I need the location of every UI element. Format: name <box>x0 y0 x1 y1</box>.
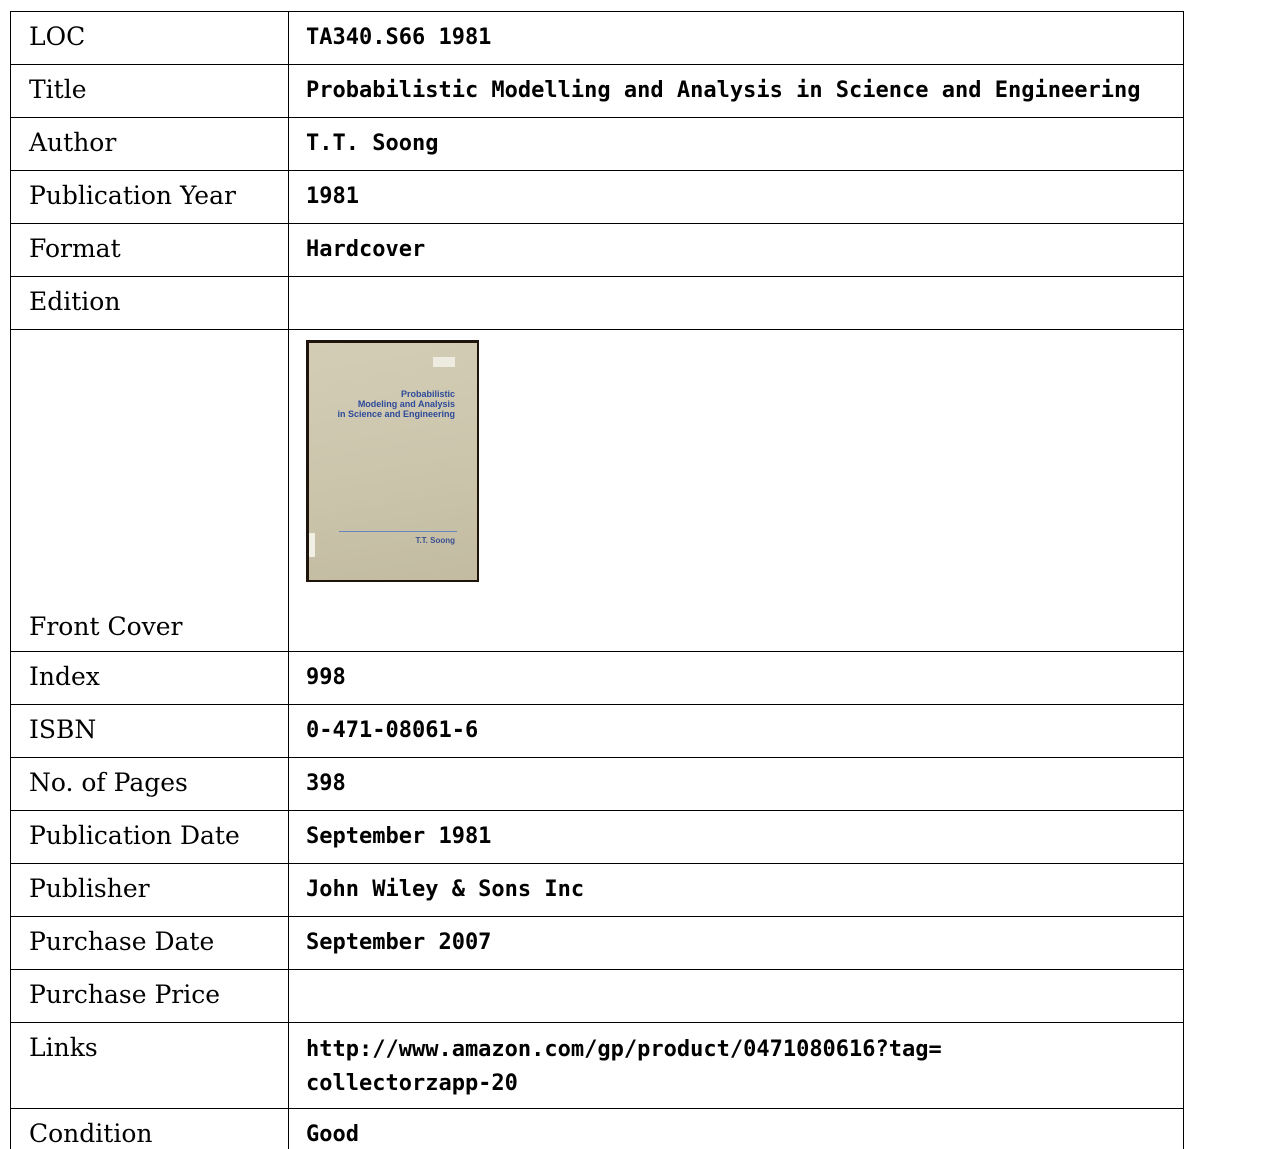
row-condition: Condition Good <box>10 1108 1184 1149</box>
pages-value: 398 <box>288 757 1184 811</box>
condition-value: Good <box>288 1108 1184 1149</box>
index-value: 998 <box>288 651 1184 705</box>
publisher-value: John Wiley & Sons Inc <box>288 863 1184 917</box>
row-format: Format Hardcover <box>10 223 1184 277</box>
link-line-1[interactable]: http://www.amazon.com/gp/product/0471080… <box>306 1033 1183 1067</box>
purchase-price-label: Purchase Price <box>10 969 289 1023</box>
row-purchase-date: Purchase Date September 2007 <box>10 916 1184 970</box>
purchase-date-value: September 2007 <box>288 916 1184 970</box>
front-cover-label: Front Cover <box>10 329 289 652</box>
cover-title-line-1: Probabilistic <box>400 389 455 399</box>
links-label: Links <box>10 1022 289 1109</box>
row-index: Index 998 <box>10 651 1184 705</box>
row-pages: No. of Pages 398 <box>10 757 1184 811</box>
purchase-date-label: Purchase Date <box>10 916 289 970</box>
publication-year-label: Publication Year <box>10 170 289 224</box>
publisher-label: Publisher <box>10 863 289 917</box>
isbn-value: 0-471-08061-6 <box>288 704 1184 758</box>
row-publisher: Publisher John Wiley & Sons Inc <box>10 863 1184 917</box>
title-value: Probabilistic Modelling and Analysis in … <box>288 64 1184 118</box>
cover-author: T.T. Soong <box>415 536 455 545</box>
edition-value <box>288 276 1184 330</box>
cover-wear-mark <box>433 357 455 367</box>
publication-date-label: Publication Date <box>10 810 289 864</box>
loc-value: TA340.S66 1981 <box>288 11 1184 65</box>
format-label: Format <box>10 223 289 277</box>
row-title: Title Probabilistic Modelling and Analys… <box>10 64 1184 118</box>
author-value: T.T. Soong <box>288 117 1184 171</box>
publication-year-value: 1981 <box>288 170 1184 224</box>
condition-label: Condition <box>10 1108 289 1149</box>
title-label: Title <box>10 64 289 118</box>
edition-label: Edition <box>10 276 289 330</box>
row-loc: LOC TA340.S66 1981 <box>10 11 1184 65</box>
cover-title: Probabilistic Modeling and Analysis in S… <box>337 389 455 419</box>
row-isbn: ISBN 0-471-08061-6 <box>10 704 1184 758</box>
row-links: Links http://www.amazon.com/gp/product/0… <box>10 1022 1184 1109</box>
front-cover-image: Probabilistic Modeling and Analysis in S… <box>306 340 479 582</box>
cover-rule <box>339 531 457 532</box>
book-details-table: LOC TA340.S66 1981 Title Probabilistic M… <box>10 11 1184 1149</box>
cover-title-line-3: in Science and Engineering <box>337 409 455 419</box>
publication-date-value: September 1981 <box>288 810 1184 864</box>
row-publication-date: Publication Date September 1981 <box>10 810 1184 864</box>
purchase-price-value <box>288 969 1184 1023</box>
link-line-2[interactable]: collectorzapp-20 <box>306 1067 1183 1101</box>
row-publication-year: Publication Year 1981 <box>10 170 1184 224</box>
links-value[interactable]: http://www.amazon.com/gp/product/0471080… <box>288 1022 1184 1109</box>
cover-board: Probabilistic Modeling and Analysis in S… <box>309 343 477 580</box>
front-cover-cell: Probabilistic Modeling and Analysis in S… <box>288 329 1184 652</box>
isbn-label: ISBN <box>10 704 289 758</box>
pages-label: No. of Pages <box>10 757 289 811</box>
format-value: Hardcover <box>288 223 1184 277</box>
cover-edge-mark <box>309 533 315 557</box>
index-label: Index <box>10 651 289 705</box>
row-front-cover: Front Cover Probabilistic Modeling and A… <box>10 329 1184 652</box>
cover-title-line-2: Modeling and Analysis <box>357 399 455 409</box>
row-edition: Edition <box>10 276 1184 330</box>
row-author: Author T.T. Soong <box>10 117 1184 171</box>
loc-label: LOC <box>10 11 289 65</box>
author-label: Author <box>10 117 289 171</box>
row-purchase-price: Purchase Price <box>10 969 1184 1023</box>
